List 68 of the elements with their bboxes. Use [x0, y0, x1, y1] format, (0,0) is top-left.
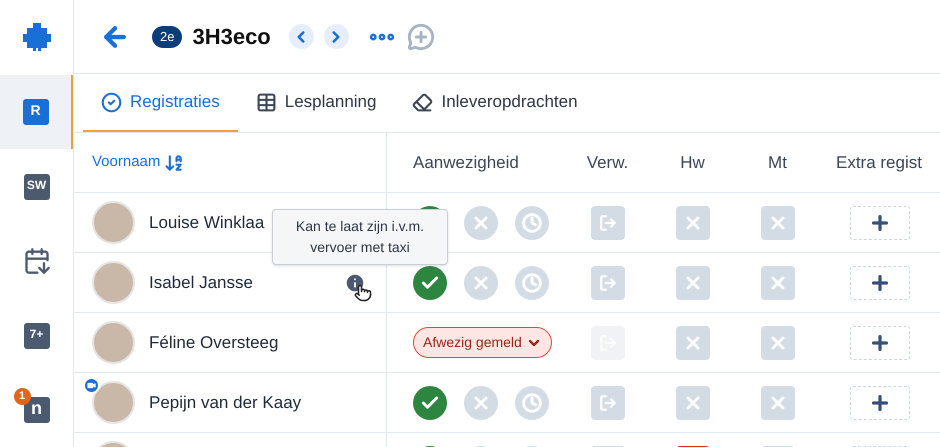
next-button[interactable]: [324, 24, 349, 49]
notification-badge: 1: [14, 388, 30, 405]
removed-toggle[interactable]: [590, 386, 624, 420]
late-clock-icon[interactable]: [515, 206, 549, 240]
pointer-cursor-icon: [354, 284, 372, 302]
avatar: [92, 261, 135, 304]
homework-toggle[interactable]: [676, 266, 710, 300]
add-registration-button[interactable]: [850, 386, 910, 420]
absence-status-dropdown[interactable]: Afwezig gemeld: [413, 327, 552, 358]
calendar-download-icon: [22, 246, 50, 275]
sidebar-item[interactable]: R: [0, 74, 73, 149]
homework-toggle[interactable]: [676, 326, 710, 360]
student-name: Féline Oversteeg: [149, 332, 278, 354]
absent-x-icon[interactable]: [464, 266, 498, 300]
clock-glyph-icon: [522, 212, 542, 232]
late-clock-icon[interactable]: [515, 386, 549, 420]
video-icon: [83, 377, 100, 394]
exit-icon: [598, 274, 616, 292]
column-header: Hw: [680, 152, 705, 174]
avatar: [92, 321, 135, 364]
present-check-icon[interactable]: [413, 266, 447, 300]
add-registration-button[interactable]: [850, 266, 910, 300]
sidebar-letter-icon: R: [22, 98, 48, 125]
class-title: 3H3eco: [192, 23, 271, 51]
column-header: Verw.: [586, 152, 628, 174]
tab[interactable]: Registraties: [83, 74, 238, 132]
materials-toggle[interactable]: [760, 326, 794, 360]
sidebar-letter-icon: 7+: [24, 322, 50, 348]
student-name: Isabel Jansse: [149, 272, 253, 294]
tab[interactable]: Inleveropdrachten: [394, 74, 596, 132]
column-header: Extra regist: [836, 152, 922, 174]
tooltip: Kan te laat zijn i.v.m. vervoer met taxi: [272, 209, 448, 265]
sidebar-letter-icon: n: [24, 396, 50, 423]
clock-glyph-icon: [522, 272, 542, 292]
late-clock-icon[interactable]: [515, 266, 549, 300]
clock-glyph-icon: [522, 392, 542, 412]
puzzle-logo-icon: [20, 21, 52, 54]
materials-toggle[interactable]: [760, 386, 794, 420]
student-name: Louise Winklaa: [149, 212, 264, 234]
present-check-icon[interactable]: [413, 386, 447, 420]
add-registration-button[interactable]: [850, 206, 910, 240]
check-circle-icon: [101, 92, 122, 112]
absent-x-icon[interactable]: [464, 206, 498, 240]
column-header: Mt: [768, 152, 787, 174]
removed-toggle[interactable]: [590, 266, 624, 300]
eraser-icon: [412, 92, 434, 112]
homework-toggle[interactable]: [676, 206, 710, 240]
tab[interactable]: Lesplanning: [238, 74, 394, 132]
column-header[interactable]: Voornaam: [92, 151, 160, 174]
column-header: Aanwezigheid: [413, 152, 519, 174]
homework-toggle[interactable]: [676, 386, 710, 420]
removed-toggle[interactable]: [590, 206, 624, 240]
avatar: [92, 381, 135, 424]
previous-button[interactable]: [288, 24, 314, 49]
grade-badge: 2e: [152, 26, 182, 48]
exit-icon: [598, 394, 616, 412]
materials-toggle[interactable]: [760, 206, 794, 240]
add-comment-icon[interactable]: [406, 22, 435, 50]
materials-toggle[interactable]: [760, 266, 794, 300]
student-name: Pepijn van der Kaay: [149, 392, 302, 414]
absent-x-icon[interactable]: [464, 386, 498, 420]
sidebar-letter-icon: SW: [24, 174, 50, 200]
table-icon: [256, 92, 277, 112]
avatar: [92, 201, 135, 244]
exit-icon: [598, 214, 616, 232]
sort-icon[interactable]: [164, 152, 184, 172]
add-registration-button[interactable]: [850, 326, 910, 360]
info-icon[interactable]: [344, 272, 366, 294]
